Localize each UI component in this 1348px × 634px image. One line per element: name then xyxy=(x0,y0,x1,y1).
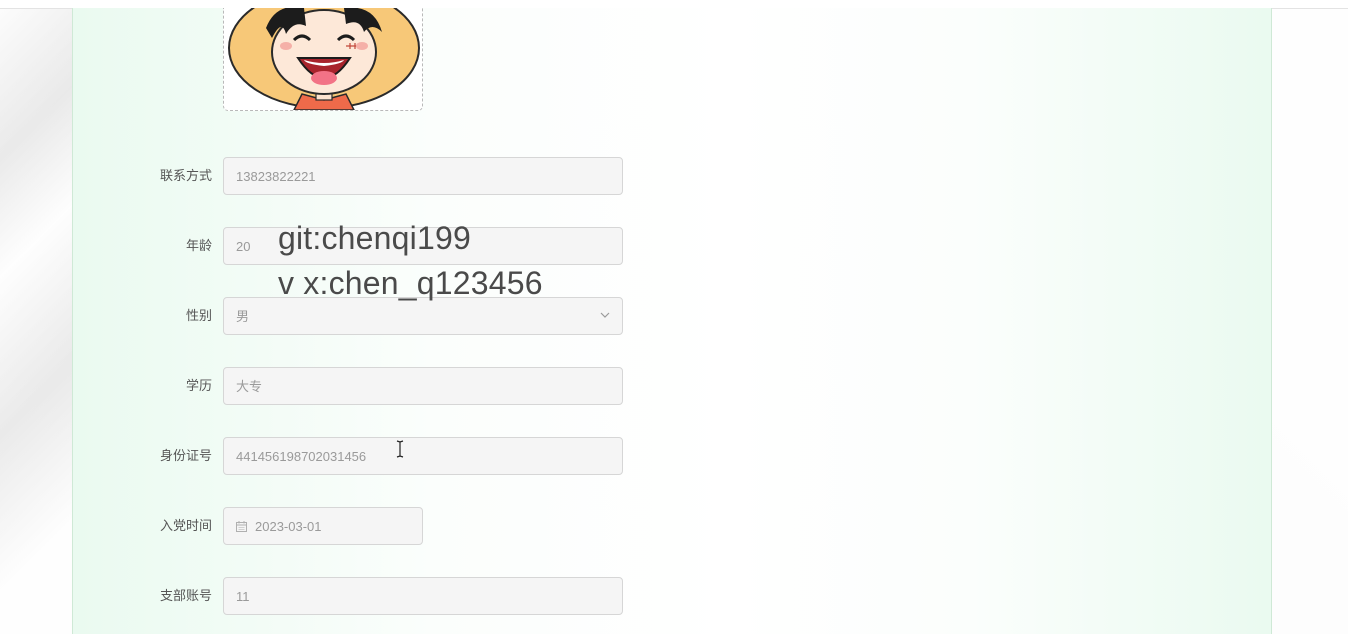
phone-label: 联系方式 xyxy=(159,169,212,184)
join-date-label: 入党时间 xyxy=(159,519,212,534)
branch-account-input[interactable]: 11 xyxy=(223,577,623,615)
education-input[interactable]: 大专 xyxy=(223,367,623,405)
phone-input[interactable]: 13823822221 xyxy=(223,157,623,195)
join-date-value: 2023-03-01 xyxy=(255,519,322,534)
branch-account-label: 支部账号 xyxy=(159,589,212,604)
watermark-wechat: v x:chen_q123456 xyxy=(278,265,543,301)
watermark-git: git:chenqi199 xyxy=(278,220,471,256)
calendar-icon xyxy=(236,520,247,532)
join-date-picker[interactable]: 2023-03-01 xyxy=(223,507,423,545)
id-number-input[interactable]: 441456198702031456 xyxy=(223,437,623,475)
chevron-down-icon xyxy=(600,312,610,318)
text-cursor-icon xyxy=(396,440,404,458)
gender-select[interactable]: 男 xyxy=(223,297,623,335)
age-label: 年龄 xyxy=(185,239,212,254)
education-label: 学历 xyxy=(185,379,212,394)
avatar-upload[interactable] xyxy=(223,8,423,111)
id-number-label: 身份证号 xyxy=(159,449,212,464)
avatar-image xyxy=(228,8,420,110)
gender-label: 性别 xyxy=(185,309,212,324)
gender-select-value: 男 xyxy=(236,309,250,324)
